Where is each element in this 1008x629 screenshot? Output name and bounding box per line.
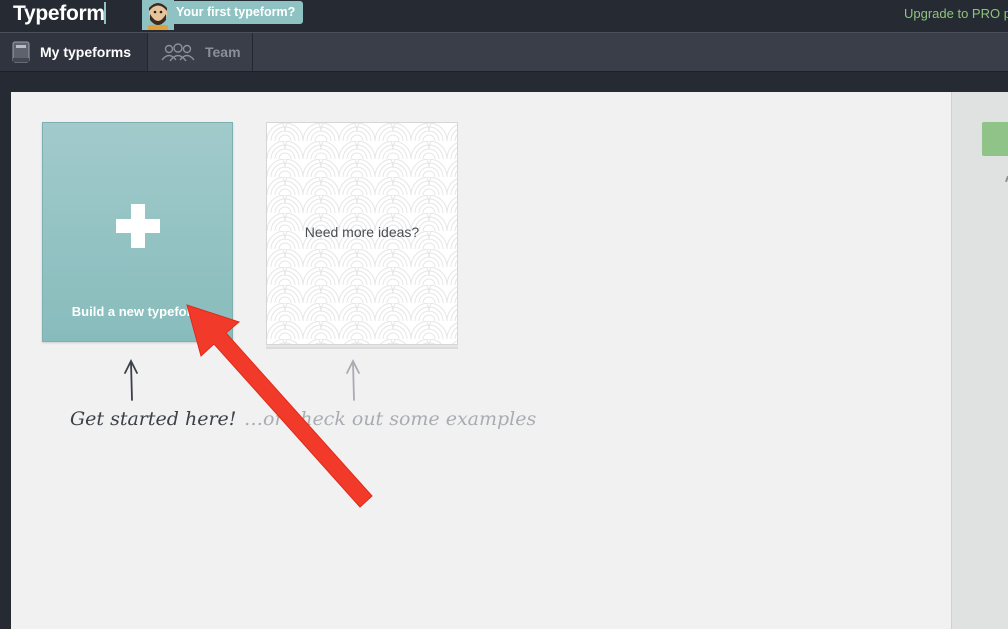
need-more-ideas-card[interactable]: Need more ideas? — [266, 122, 458, 345]
logo-caret — [104, 2, 106, 24]
plus-icon-bar — [116, 219, 160, 233]
hint-arrow-examples — [346, 358, 360, 401]
nav-bar: My typeforms Team — [0, 32, 1008, 72]
top-bar: Typeform Your first typeform? Upgrade to… — [0, 0, 1008, 32]
examples-hint: …or check out some examples — [244, 408, 537, 430]
get-started-hint: Get started here! — [70, 408, 237, 430]
tab-my-typeforms-label: My typeforms — [40, 44, 132, 60]
hint-arrow-start — [124, 358, 138, 401]
main-content: Build a new typeform Need more ideas? Ge… — [11, 92, 951, 629]
right-panel-button[interactable] — [982, 122, 1008, 156]
typeform-box-icon — [12, 41, 30, 63]
right-panel — [951, 92, 1008, 629]
upgrade-link[interactable]: Upgrade to PRO p — [904, 6, 1008, 21]
first-typeform-badge[interactable]: Your first typeform? — [170, 1, 304, 24]
build-new-typeform-label: Build a new typeform — [71, 304, 204, 319]
typeform-logo[interactable]: Typeform — [13, 1, 105, 26]
tab-team-label: Team — [205, 44, 241, 60]
tab-team[interactable]: Team — [149, 33, 253, 71]
team-icon — [161, 43, 195, 62]
tab-my-typeforms[interactable]: My typeforms — [0, 33, 148, 71]
need-more-ideas-label: Need more ideas? — [304, 224, 420, 240]
build-new-typeform-card[interactable]: Build a new typeform — [42, 122, 233, 342]
